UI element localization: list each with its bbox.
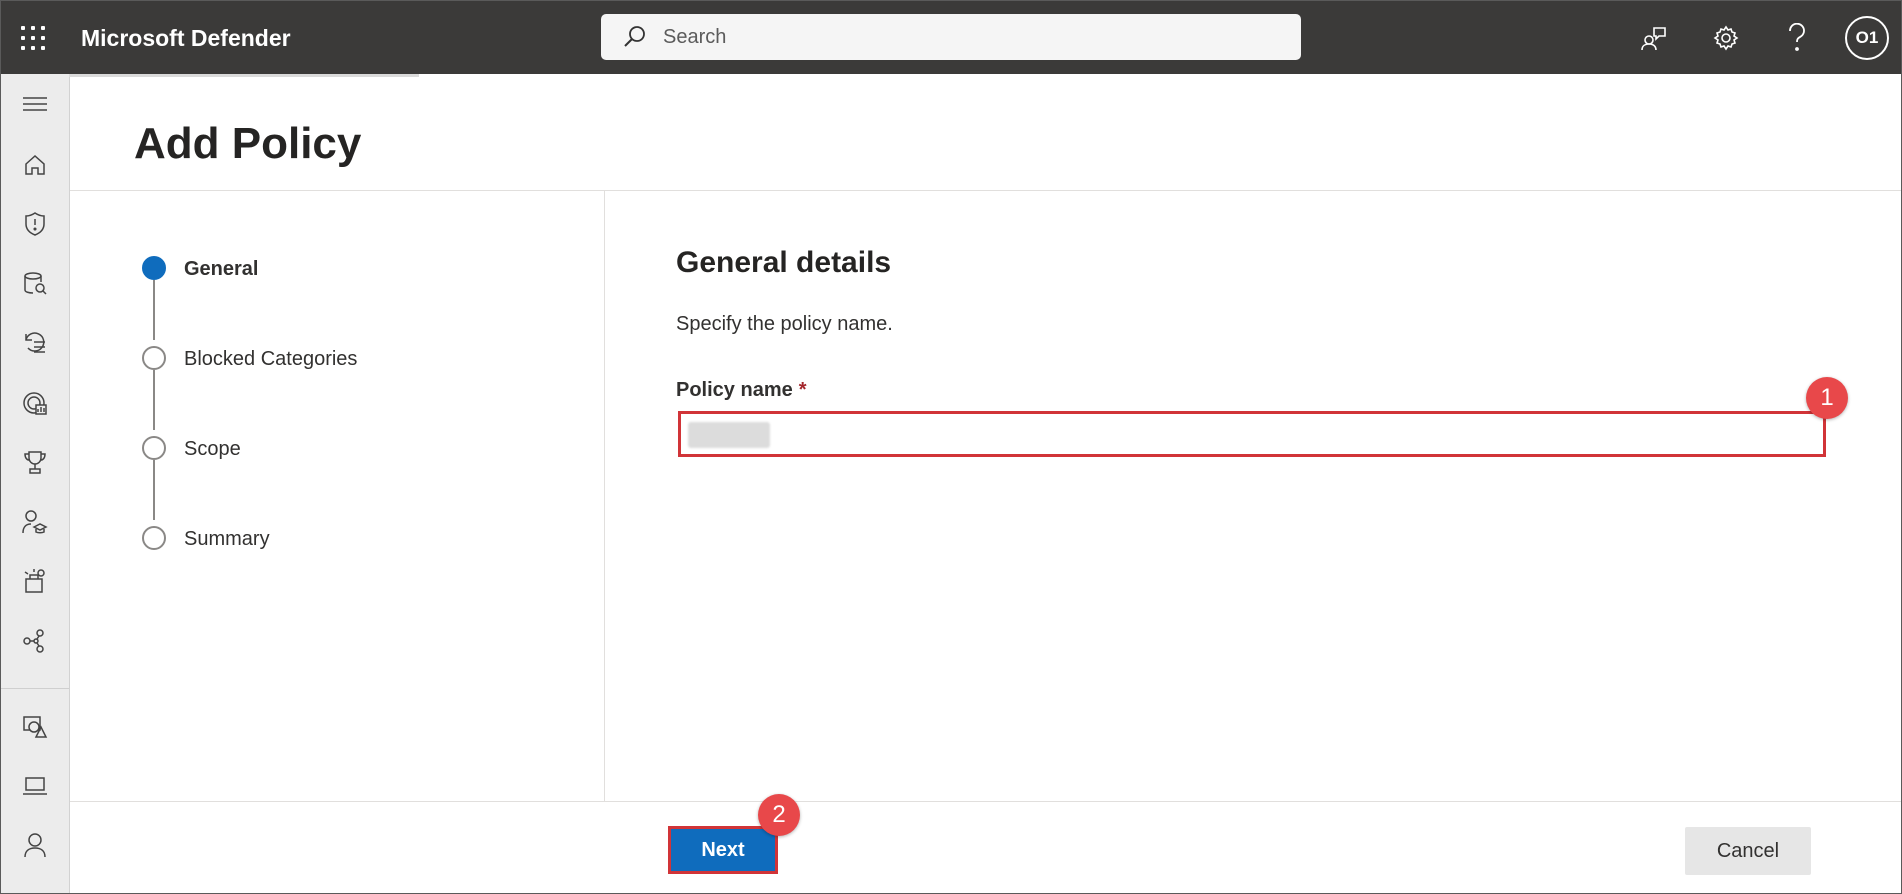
app-launcher-icon[interactable] bbox=[19, 24, 47, 52]
avatar[interactable]: O1 bbox=[1845, 16, 1889, 60]
nav-divider bbox=[1, 688, 69, 689]
home-icon[interactable] bbox=[18, 148, 52, 182]
step-summary[interactable]: Summary bbox=[184, 528, 270, 551]
secure-score-icon[interactable] bbox=[18, 445, 52, 479]
help-icon[interactable] bbox=[1778, 19, 1816, 57]
step-blocked-categories-indicator bbox=[142, 346, 166, 370]
shield-icon[interactable] bbox=[18, 207, 52, 241]
footer-divider bbox=[70, 801, 1901, 802]
wizard-steps-pane bbox=[70, 191, 605, 801]
settings-icon[interactable] bbox=[1707, 19, 1745, 57]
search-input[interactable] bbox=[661, 24, 1265, 50]
step-connector bbox=[153, 460, 155, 520]
form-title: General details bbox=[676, 246, 892, 279]
app-title[interactable]: Microsoft Defender bbox=[81, 25, 291, 52]
form-description: Specify the policy name. bbox=[676, 313, 893, 335]
step-connector bbox=[153, 280, 155, 340]
app-window: Microsoft Defender O1 bbox=[0, 0, 1902, 894]
step-scope-indicator bbox=[142, 436, 166, 460]
hunting-icon[interactable] bbox=[18, 326, 52, 360]
policy-name-label: Policy name * bbox=[676, 379, 807, 402]
partners-icon[interactable] bbox=[18, 624, 52, 658]
hamburger-icon[interactable] bbox=[18, 87, 52, 121]
cancel-button[interactable]: Cancel bbox=[1685, 827, 1811, 875]
scroll-indicator bbox=[69, 74, 419, 77]
trials-icon[interactable] bbox=[18, 564, 52, 598]
search-box[interactable] bbox=[601, 14, 1301, 60]
search-icon bbox=[624, 26, 645, 47]
callout-badge-2: 2 bbox=[758, 794, 800, 836]
required-marker: * bbox=[798, 379, 807, 401]
step-connector bbox=[153, 370, 155, 430]
step-general-indicator bbox=[142, 256, 166, 280]
identities-icon[interactable] bbox=[18, 828, 52, 862]
learning-hub-icon[interactable] bbox=[18, 505, 52, 539]
policy-name-label-text: Policy name bbox=[676, 379, 793, 401]
page-title: Add Policy bbox=[134, 119, 362, 168]
policy-name-input[interactable] bbox=[678, 411, 1826, 457]
callout-badge-1: 1 bbox=[1806, 377, 1848, 419]
next-button[interactable]: Next bbox=[668, 826, 778, 874]
left-nav bbox=[1, 74, 70, 893]
redacted-value bbox=[688, 422, 770, 448]
incidents-icon[interactable] bbox=[18, 267, 52, 301]
step-blocked-categories[interactable]: Blocked Categories bbox=[184, 348, 357, 371]
step-general[interactable]: General bbox=[184, 258, 258, 281]
assets-icon[interactable] bbox=[18, 709, 52, 743]
threat-analytics-icon[interactable] bbox=[18, 386, 52, 420]
step-scope[interactable]: Scope bbox=[184, 438, 241, 461]
community-icon[interactable] bbox=[1635, 19, 1673, 57]
top-bar: Microsoft Defender O1 bbox=[1, 1, 1901, 74]
devices-icon[interactable] bbox=[18, 769, 52, 803]
step-summary-indicator bbox=[142, 526, 166, 550]
